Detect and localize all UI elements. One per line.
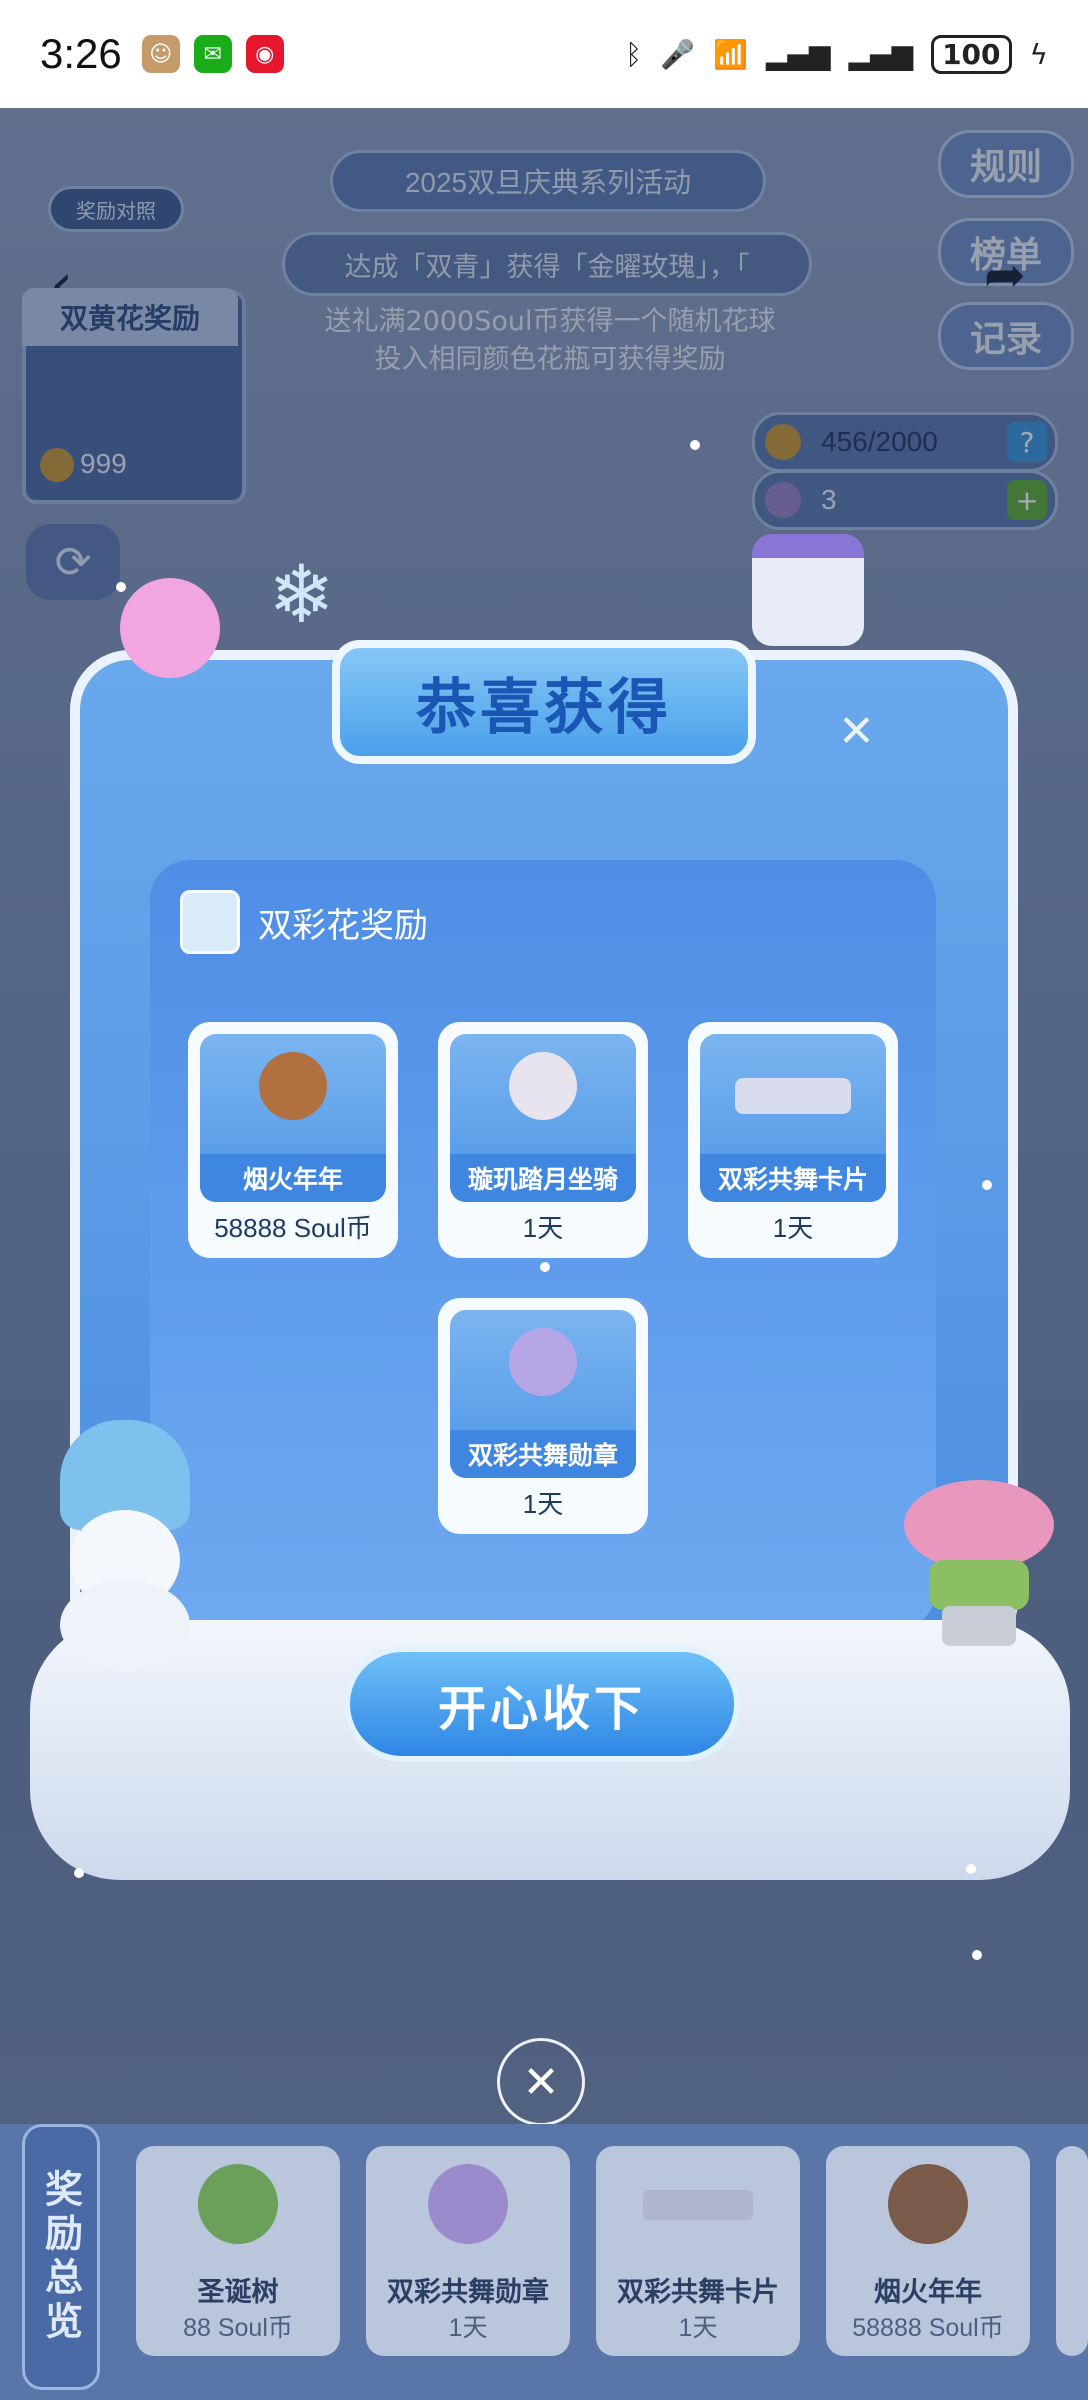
medal-icon [509, 1328, 577, 1396]
popup-title: 恭喜获得 [416, 672, 672, 743]
status-time: 3:26 [40, 30, 122, 77]
snow-particle [982, 1180, 992, 1190]
fireworks-castle-icon [259, 1052, 327, 1120]
overview-item-amount: 1天 [448, 2314, 488, 2342]
wechat-icon: ✉ [193, 35, 232, 73]
reward-amount: 1天 [772, 1213, 814, 1243]
overview-item-amount: 88 Soul币 [183, 2314, 293, 2342]
overview-item-name: 双彩共舞卡片 [617, 2277, 779, 2308]
reward-name: 璇玑踏月坐骑 [450, 1154, 636, 1202]
status-bar: 3:26 ☺ ✉ ◉ ᛒ 🎤 📶 ▂▄▆ ▂▄▆ 100 ϟ [0, 0, 1088, 108]
snow-particle [116, 582, 126, 592]
overview-item-partial[interactable] [1056, 2146, 1088, 2356]
reward-name: 双彩共舞卡片 [700, 1154, 886, 1202]
snow-particle [972, 1950, 982, 1960]
popup-title-plaque: 恭喜获得 [332, 640, 756, 764]
overview-item[interactable]: 双彩共舞勋章 1天 [366, 2146, 570, 2356]
snow-particle [74, 1868, 84, 1878]
snow-particle [690, 440, 700, 450]
fireworks-castle-icon [888, 2164, 968, 2244]
reward-card: 烟火年年 58888 Soul币 [188, 1022, 398, 1258]
medal-icon [428, 2164, 508, 2244]
snow-particle [540, 1262, 550, 1272]
section-header: 双彩花奖励 [180, 890, 428, 954]
snow-particle [966, 1864, 976, 1874]
christmas-tree-icon [198, 2164, 278, 2244]
section-title: 双彩花奖励 [258, 905, 428, 946]
weibo-icon: ◉ [245, 35, 284, 73]
profile-card-icon [643, 2190, 753, 2220]
close-button[interactable]: ✕ [497, 2038, 585, 2126]
reward-name: 双彩共舞勋章 [450, 1430, 636, 1478]
overview-item-name: 圣诞树 [197, 2277, 279, 2308]
overview-item-amount: 58888 Soul币 [852, 2314, 1004, 2342]
overview-item[interactable]: 圣诞树 88 Soul币 [136, 2146, 340, 2356]
reward-card: 双彩共舞勋章 1天 [438, 1298, 648, 1534]
overview-item-name: 烟火年年 [874, 2277, 982, 2308]
overview-item[interactable]: 烟火年年 58888 Soul币 [826, 2146, 1030, 2356]
gift-box-icon [752, 534, 864, 646]
signal-icon-2: ▂▄▆ [848, 37, 914, 71]
status-icons: ᛒ 🎤 📶 ▂▄▆ ▂▄▆ 100 ϟ [625, 34, 1048, 74]
overview-label: 奖励总览 [22, 2124, 100, 2390]
battery-level: 100 [931, 34, 1012, 74]
overview-item-amount: 1天 [678, 2314, 718, 2342]
flower-decoration-icon [120, 578, 220, 678]
flower-pot-icon [904, 1480, 1054, 1650]
popup-close-icon[interactable]: ✕ [838, 706, 875, 757]
reward-card: 璇玑踏月坐骑 1天 [438, 1022, 648, 1258]
reward-amount: 58888 Soul币 [214, 1213, 372, 1243]
overview-item[interactable]: 双彩共舞卡片 1天 [596, 2146, 800, 2356]
elephant-mount-icon [509, 1052, 577, 1120]
reward-amount: 1天 [522, 1489, 564, 1519]
snowman-icon [40, 1420, 210, 1670]
bluetooth-icon: ᛒ [625, 37, 643, 71]
wifi-icon: 📶 [712, 37, 748, 71]
flower-jar-icon [180, 890, 240, 954]
reward-amount: 1天 [522, 1213, 564, 1243]
confirm-button[interactable]: 开心收下 [344, 1646, 740, 1762]
avatar-app-icon: ☺ [141, 35, 180, 73]
snowflake-icon: ❄ [268, 548, 336, 641]
profile-card-icon [735, 1078, 851, 1114]
reward-name: 烟火年年 [200, 1154, 386, 1202]
microphone-icon: 🎤 [660, 37, 695, 71]
charging-icon: ϟ [1029, 37, 1048, 71]
signal-icon: ▂▄▆ [765, 37, 831, 71]
overview-item-name: 双彩共舞勋章 [387, 2277, 549, 2308]
reward-card: 双彩共舞卡片 1天 [688, 1022, 898, 1258]
